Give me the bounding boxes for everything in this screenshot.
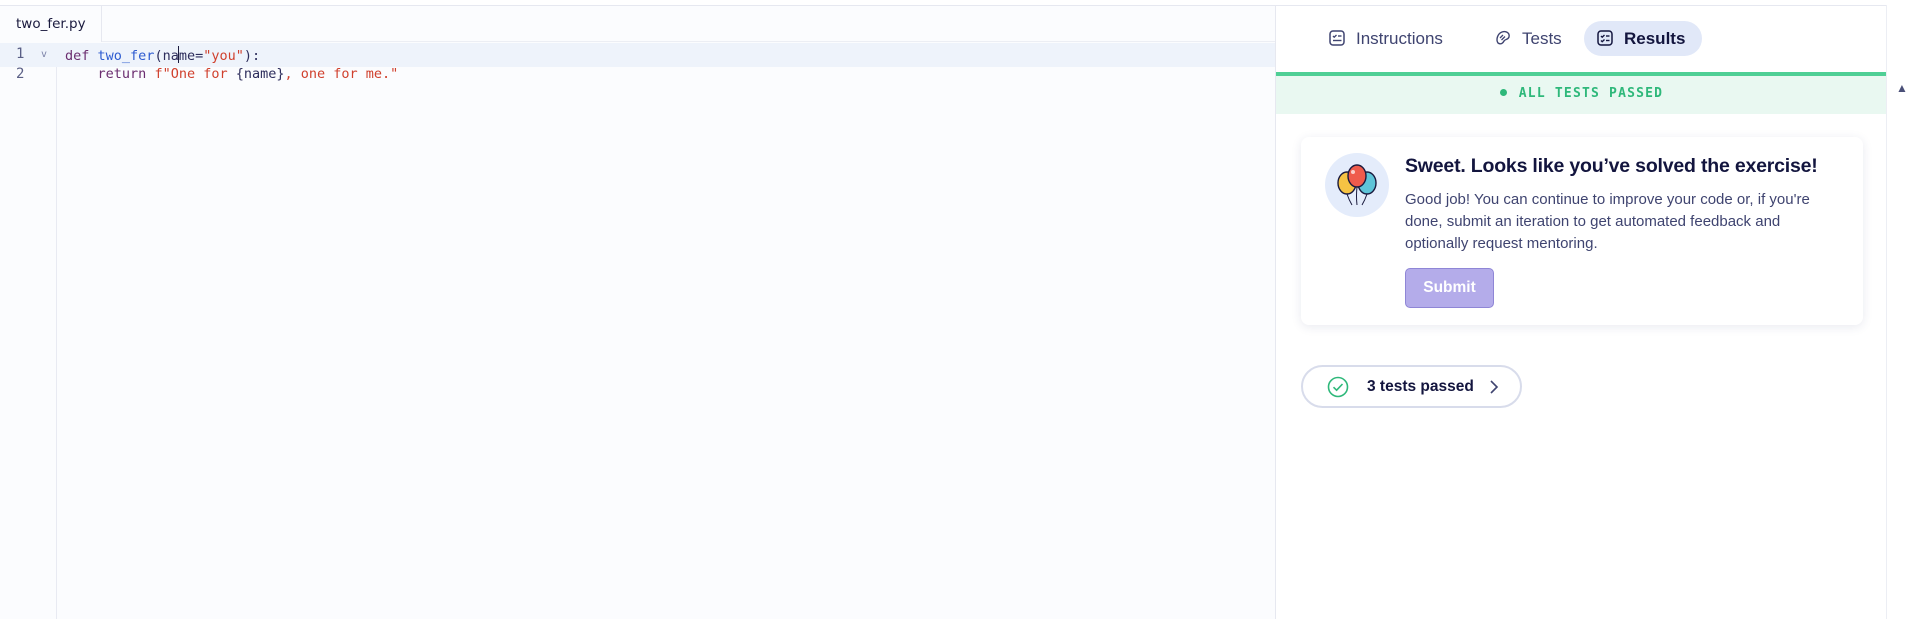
panel-tabs: Instructions Tests Results <box>1276 6 1887 74</box>
fstring-interpolation: {name} <box>235 66 285 82</box>
keyword-def: def <box>65 48 90 64</box>
card-description: Good job! You can continue to improve yo… <box>1405 191 1810 252</box>
tab-tests[interactable]: Tests <box>1482 21 1568 56</box>
instructions-icon <box>1329 30 1345 46</box>
line-number-text: 2 <box>16 66 25 82</box>
keyword-return: return <box>97 66 147 82</box>
code-line-content: return f"One for {name}, one for me." <box>65 66 399 82</box>
code-area[interactable]: def two_fer(name="you"): return f"One fo… <box>57 43 1275 619</box>
tests-icon <box>1496 30 1510 45</box>
tab-label: Instructions <box>1356 28 1443 48</box>
tests-passed-label: 3 tests passed <box>1367 378 1474 395</box>
status-text: ALL TESTS PASSED <box>1518 86 1664 101</box>
scroll-up-arrow-icon[interactable]: ▲ <box>1896 81 1908 95</box>
success-card: Sweet. Looks like you’ve solved the exer… <box>1301 137 1863 325</box>
scrollbar[interactable]: ▲ <box>1886 5 1920 619</box>
card-title: Sweet. Looks like you’ve solved the exer… <box>1405 155 1818 177</box>
string-literal: "you" <box>203 48 244 64</box>
tab-label: Tests <box>1522 28 1562 48</box>
line-number-gutter: 1 v 2 <box>0 43 57 619</box>
code-line[interactable]: return f"One for {name}, one for me." <box>57 63 1275 87</box>
results-icon <box>1597 30 1613 46</box>
string-literal: f"One for <box>154 66 236 82</box>
app-root: two_fer.py 1 v 2 def two_fer(name="you")… <box>0 0 1920 619</box>
code-editor: two_fer.py 1 v 2 def two_fer(name="you")… <box>0 5 1275 619</box>
file-tab[interactable]: two_fer.py <box>0 6 102 42</box>
string-literal: , one for me." <box>284 66 399 82</box>
tests-passed-button[interactable]: 3 tests passed <box>1301 365 1522 408</box>
check-circle-icon <box>1327 376 1349 398</box>
tab-label: Results <box>1624 28 1686 48</box>
chevron-right-icon <box>1490 380 1499 394</box>
results-panel: Instructions Tests Results ALL TESTS PAS… <box>1275 5 1887 619</box>
code-text: ): <box>243 48 261 64</box>
code-text: (na <box>154 48 179 64</box>
code-line-content: def two_fer(name="you"): <box>65 46 260 64</box>
function-name: two_fer <box>97 48 155 64</box>
tests-status-banner: ALL TESTS PASSED <box>1276 72 1887 114</box>
code-text: me= <box>178 48 204 64</box>
line-number-text: 1 <box>16 46 25 62</box>
editor-tab-bar: two_fer.py <box>0 6 1275 42</box>
status-dot-icon <box>1499 89 1507 96</box>
balloons-icon <box>1325 153 1389 217</box>
line-number: 2 <box>0 63 57 87</box>
tab-results[interactable]: Results <box>1584 21 1702 56</box>
status-text-wrap: ALL TESTS PASSED <box>1276 86 1887 101</box>
fold-chevron-icon[interactable]: v <box>41 49 47 60</box>
submit-button[interactable]: Submit <box>1405 268 1494 308</box>
tab-instructions[interactable]: Instructions <box>1316 21 1466 56</box>
